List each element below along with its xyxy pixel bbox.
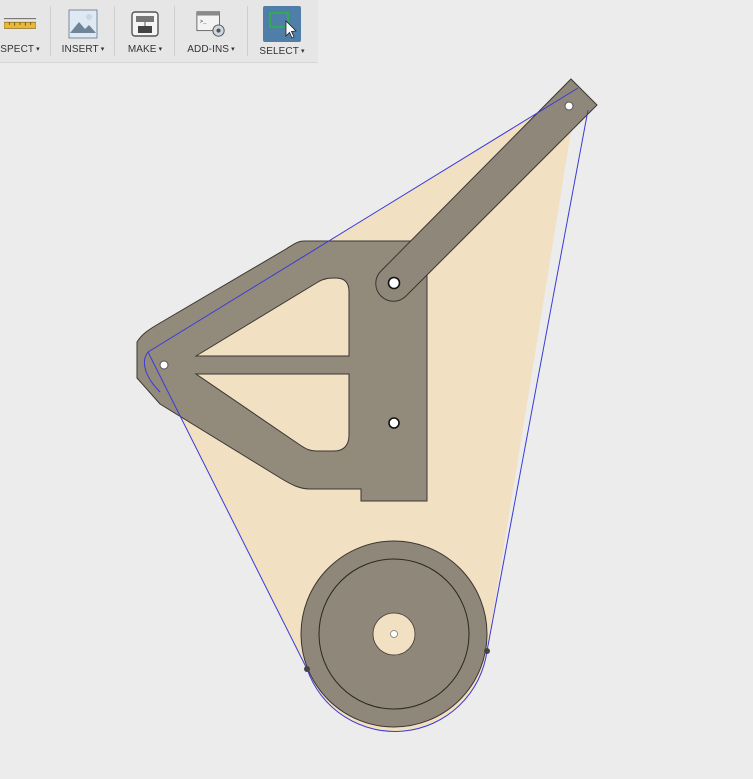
toolbar-divider	[247, 6, 248, 56]
arm-link	[375, 78, 598, 302]
pulley-hub	[372, 612, 416, 656]
tangent-point-right	[484, 648, 490, 654]
tangent-line-right	[486, 109, 589, 652]
select-label: SELECT ▾	[259, 46, 305, 57]
ruler-icon	[4, 8, 36, 40]
make-3d-print-icon	[129, 8, 161, 40]
make-label: MAKE ▾	[127, 44, 163, 55]
bracket-cutout-lower	[194, 373, 350, 452]
toolbar-divider	[174, 6, 175, 56]
tangent-line-upper	[147, 87, 579, 353]
design-canvas[interactable]	[0, 0, 753, 779]
mount-hole	[388, 417, 400, 429]
pulley-inner-ring	[318, 558, 470, 710]
bracket-body	[136, 240, 428, 502]
insert-menu[interactable]: INSERT ▾	[54, 0, 112, 62]
toolbar: SPECT ▾ INSERT ▾ MAKE ▾ >_ ADD-INS ▾ SEL…	[0, 0, 318, 63]
insert-image-icon	[67, 8, 99, 40]
insert-label: INSERT ▾	[61, 44, 105, 55]
tangent-line-left	[147, 351, 308, 670]
tangent-arc-bottom	[306, 650, 488, 732]
pulley-outer	[300, 540, 488, 728]
make-menu[interactable]: MAKE ▾	[118, 0, 172, 62]
pivot-hole	[387, 276, 401, 290]
arm-tip-point	[564, 101, 574, 111]
left-point	[159, 360, 169, 370]
tangent-arc-left	[144, 351, 161, 393]
select-window-icon	[263, 6, 301, 42]
inspect-menu[interactable]: SPECT ▾	[0, 0, 48, 62]
select-menu[interactable]: SELECT ▾	[251, 0, 313, 62]
inspect-label: SPECT ▾	[0, 44, 40, 55]
toolbar-divider	[50, 6, 51, 56]
pulley-center-point	[390, 630, 398, 638]
add-ins-label: ADD-INS ▾	[187, 44, 235, 55]
bracket-cutout-upper	[194, 277, 350, 357]
add-ins-menu[interactable]: >_ ADD-INS ▾	[178, 0, 244, 62]
tangent-point-left	[304, 666, 310, 672]
toolbar-divider	[114, 6, 115, 56]
sketch-profile	[148, 88, 578, 732]
add-ins-script-icon: >_	[195, 8, 227, 40]
svg-text:>_: >_	[200, 18, 207, 25]
